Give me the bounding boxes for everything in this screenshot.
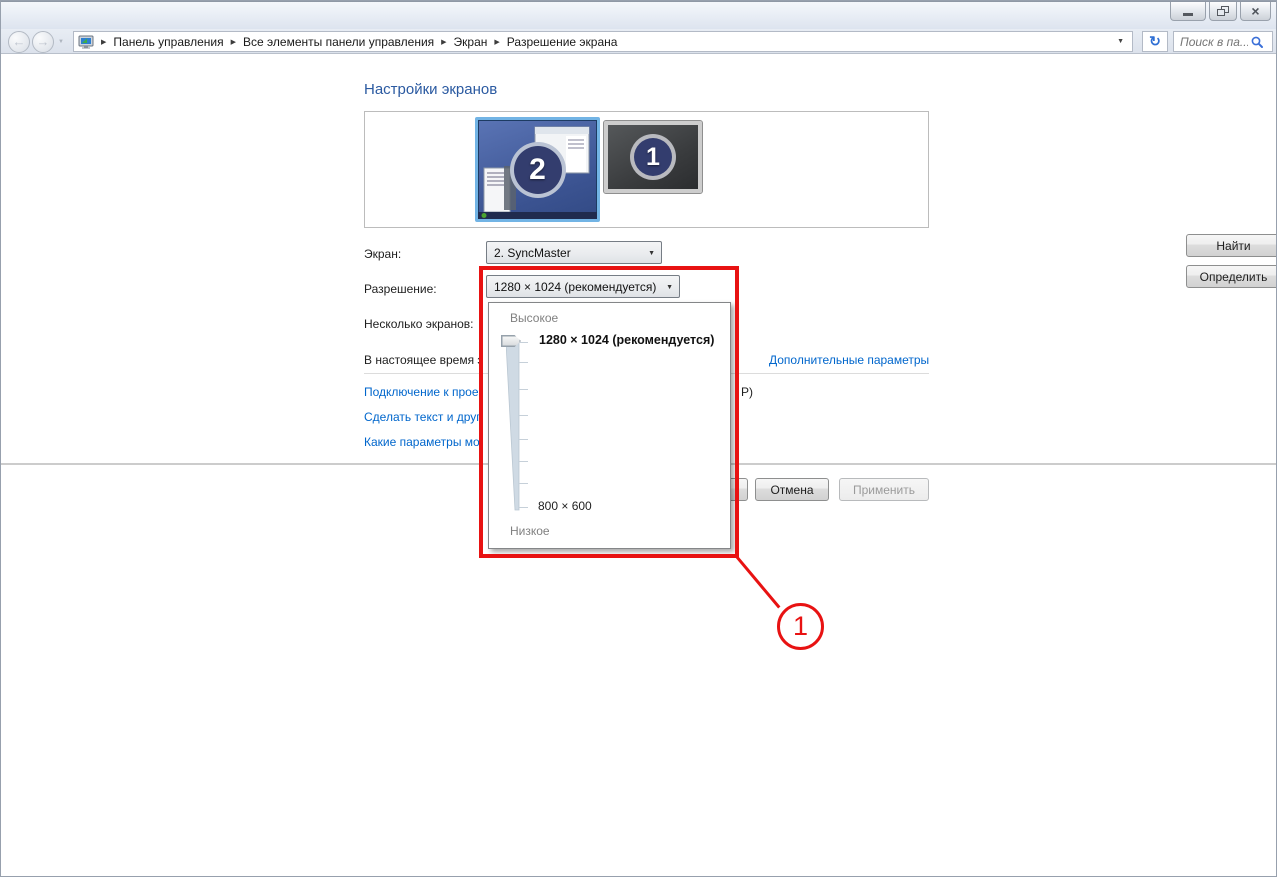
cancel-button[interactable]: Отмена	[755, 478, 829, 501]
forward-button[interactable]: →	[32, 31, 54, 53]
monitor-params-link[interactable]: Какие параметры мон	[364, 435, 480, 449]
window-controls: ×	[1170, 2, 1271, 21]
forward-icon: →	[37, 34, 50, 49]
slider-tick	[519, 439, 528, 440]
breadcrumb-control-panel[interactable]: Панель управления	[113, 35, 223, 49]
display-icon	[78, 35, 94, 49]
search-icon[interactable]	[1250, 35, 1264, 49]
recommended-resolution-value: 1280 × 1024 (рекомендуется)	[539, 333, 714, 347]
breadcrumb-arrow-icon: ▶	[441, 38, 446, 46]
resolution-label: Разрешение:	[364, 282, 437, 296]
projector-link[interactable]: Подключение к прое	[364, 385, 480, 399]
address-dropdown-icon[interactable]: ▼	[1113, 38, 1128, 45]
text-size-link[interactable]: Сделать текст и други	[364, 410, 480, 424]
breadcrumb-screen-resolution[interactable]: Разрешение экрана	[507, 35, 618, 49]
breadcrumb-all-items[interactable]: Все элементы панели управления	[243, 35, 434, 49]
monitor-1-number-badge: 1	[630, 134, 676, 180]
monitor-2-thumbnail[interactable]: 2	[475, 117, 600, 222]
screen-select[interactable]: 2. SyncMaster ▼	[486, 241, 662, 264]
breadcrumb-arrow-icon: ▶	[231, 38, 236, 46]
minimize-button[interactable]	[1170, 2, 1206, 21]
page-title: Настройки экранов	[364, 81, 497, 98]
slider-tick	[519, 483, 528, 484]
screen-resolution-window: × ← → ▼ ▶ Панель управления ▶ Все элемен…	[0, 0, 1277, 877]
slider-tick	[519, 389, 528, 390]
advanced-settings-link[interactable]: Дополнительные параметры	[769, 353, 929, 367]
resolution-slider-panel: Высокое 1280 × 1024 (рекомендуется) 800 …	[488, 302, 731, 549]
slider-tick	[519, 461, 528, 462]
projector-link-fragment: P)	[741, 385, 753, 399]
slider-tick	[519, 362, 528, 363]
monitor-2-number-badge: 2	[510, 142, 566, 198]
slider-tick	[519, 415, 528, 416]
search-input[interactable]	[1174, 35, 1248, 49]
annotation-leader-line	[736, 556, 781, 608]
screen-select-value: 2. SyncMaster	[494, 246, 571, 260]
identify-button[interactable]: Определить	[1186, 265, 1277, 288]
back-icon: ←	[13, 34, 26, 49]
title-bar: ×	[1, 1, 1276, 29]
chevron-down-icon: ▼	[648, 250, 655, 257]
restore-icon	[1217, 6, 1229, 16]
breadcrumb-arrow-icon: ▶	[101, 38, 106, 46]
monitor-preview-box: 2 1 Найти Определить	[364, 111, 929, 228]
back-button[interactable]: ←	[8, 31, 30, 53]
resolution-select-value: 1280 × 1024 (рекомендуется)	[494, 280, 656, 294]
annotation-callout-badge: 1	[777, 603, 824, 650]
refresh-button[interactable]: ↻	[1142, 31, 1168, 52]
slider-tick	[519, 342, 528, 343]
restore-button[interactable]	[1209, 2, 1237, 21]
breadcrumb-display[interactable]: Экран	[454, 35, 488, 49]
close-icon: ×	[1251, 3, 1259, 19]
low-label: Низкое	[510, 524, 550, 538]
navigation-bar: ← → ▼ ▶ Панель управления ▶ Все элементы…	[1, 29, 1276, 54]
screen-label: Экран:	[364, 247, 401, 261]
resolution-slider-track[interactable]	[506, 340, 522, 512]
breadcrumb-arrow-icon: ▶	[494, 38, 499, 46]
refresh-icon: ↻	[1149, 33, 1161, 49]
high-label: Высокое	[510, 311, 558, 325]
current-screen-text: В настоящее время э	[364, 353, 480, 367]
monitor-1-thumbnail[interactable]: 1	[604, 121, 702, 193]
slider-tick	[519, 507, 528, 508]
close-button[interactable]: ×	[1240, 2, 1271, 21]
nav-history-chevron-icon[interactable]: ▼	[58, 39, 64, 45]
minimize-icon	[1183, 13, 1193, 16]
resolution-select[interactable]: 1280 × 1024 (рекомендуется) ▼	[486, 275, 680, 298]
multiple-screens-label: Несколько экранов:	[364, 317, 474, 331]
low-resolution-value: 800 × 600	[538, 499, 592, 513]
detect-button[interactable]: Найти	[1186, 234, 1277, 257]
apply-button[interactable]: Применить	[839, 478, 929, 501]
search-box	[1173, 31, 1273, 52]
chevron-down-icon: ▼	[666, 284, 673, 291]
address-bar: ▶ Панель управления ▶ Все элементы панел…	[73, 31, 1133, 52]
